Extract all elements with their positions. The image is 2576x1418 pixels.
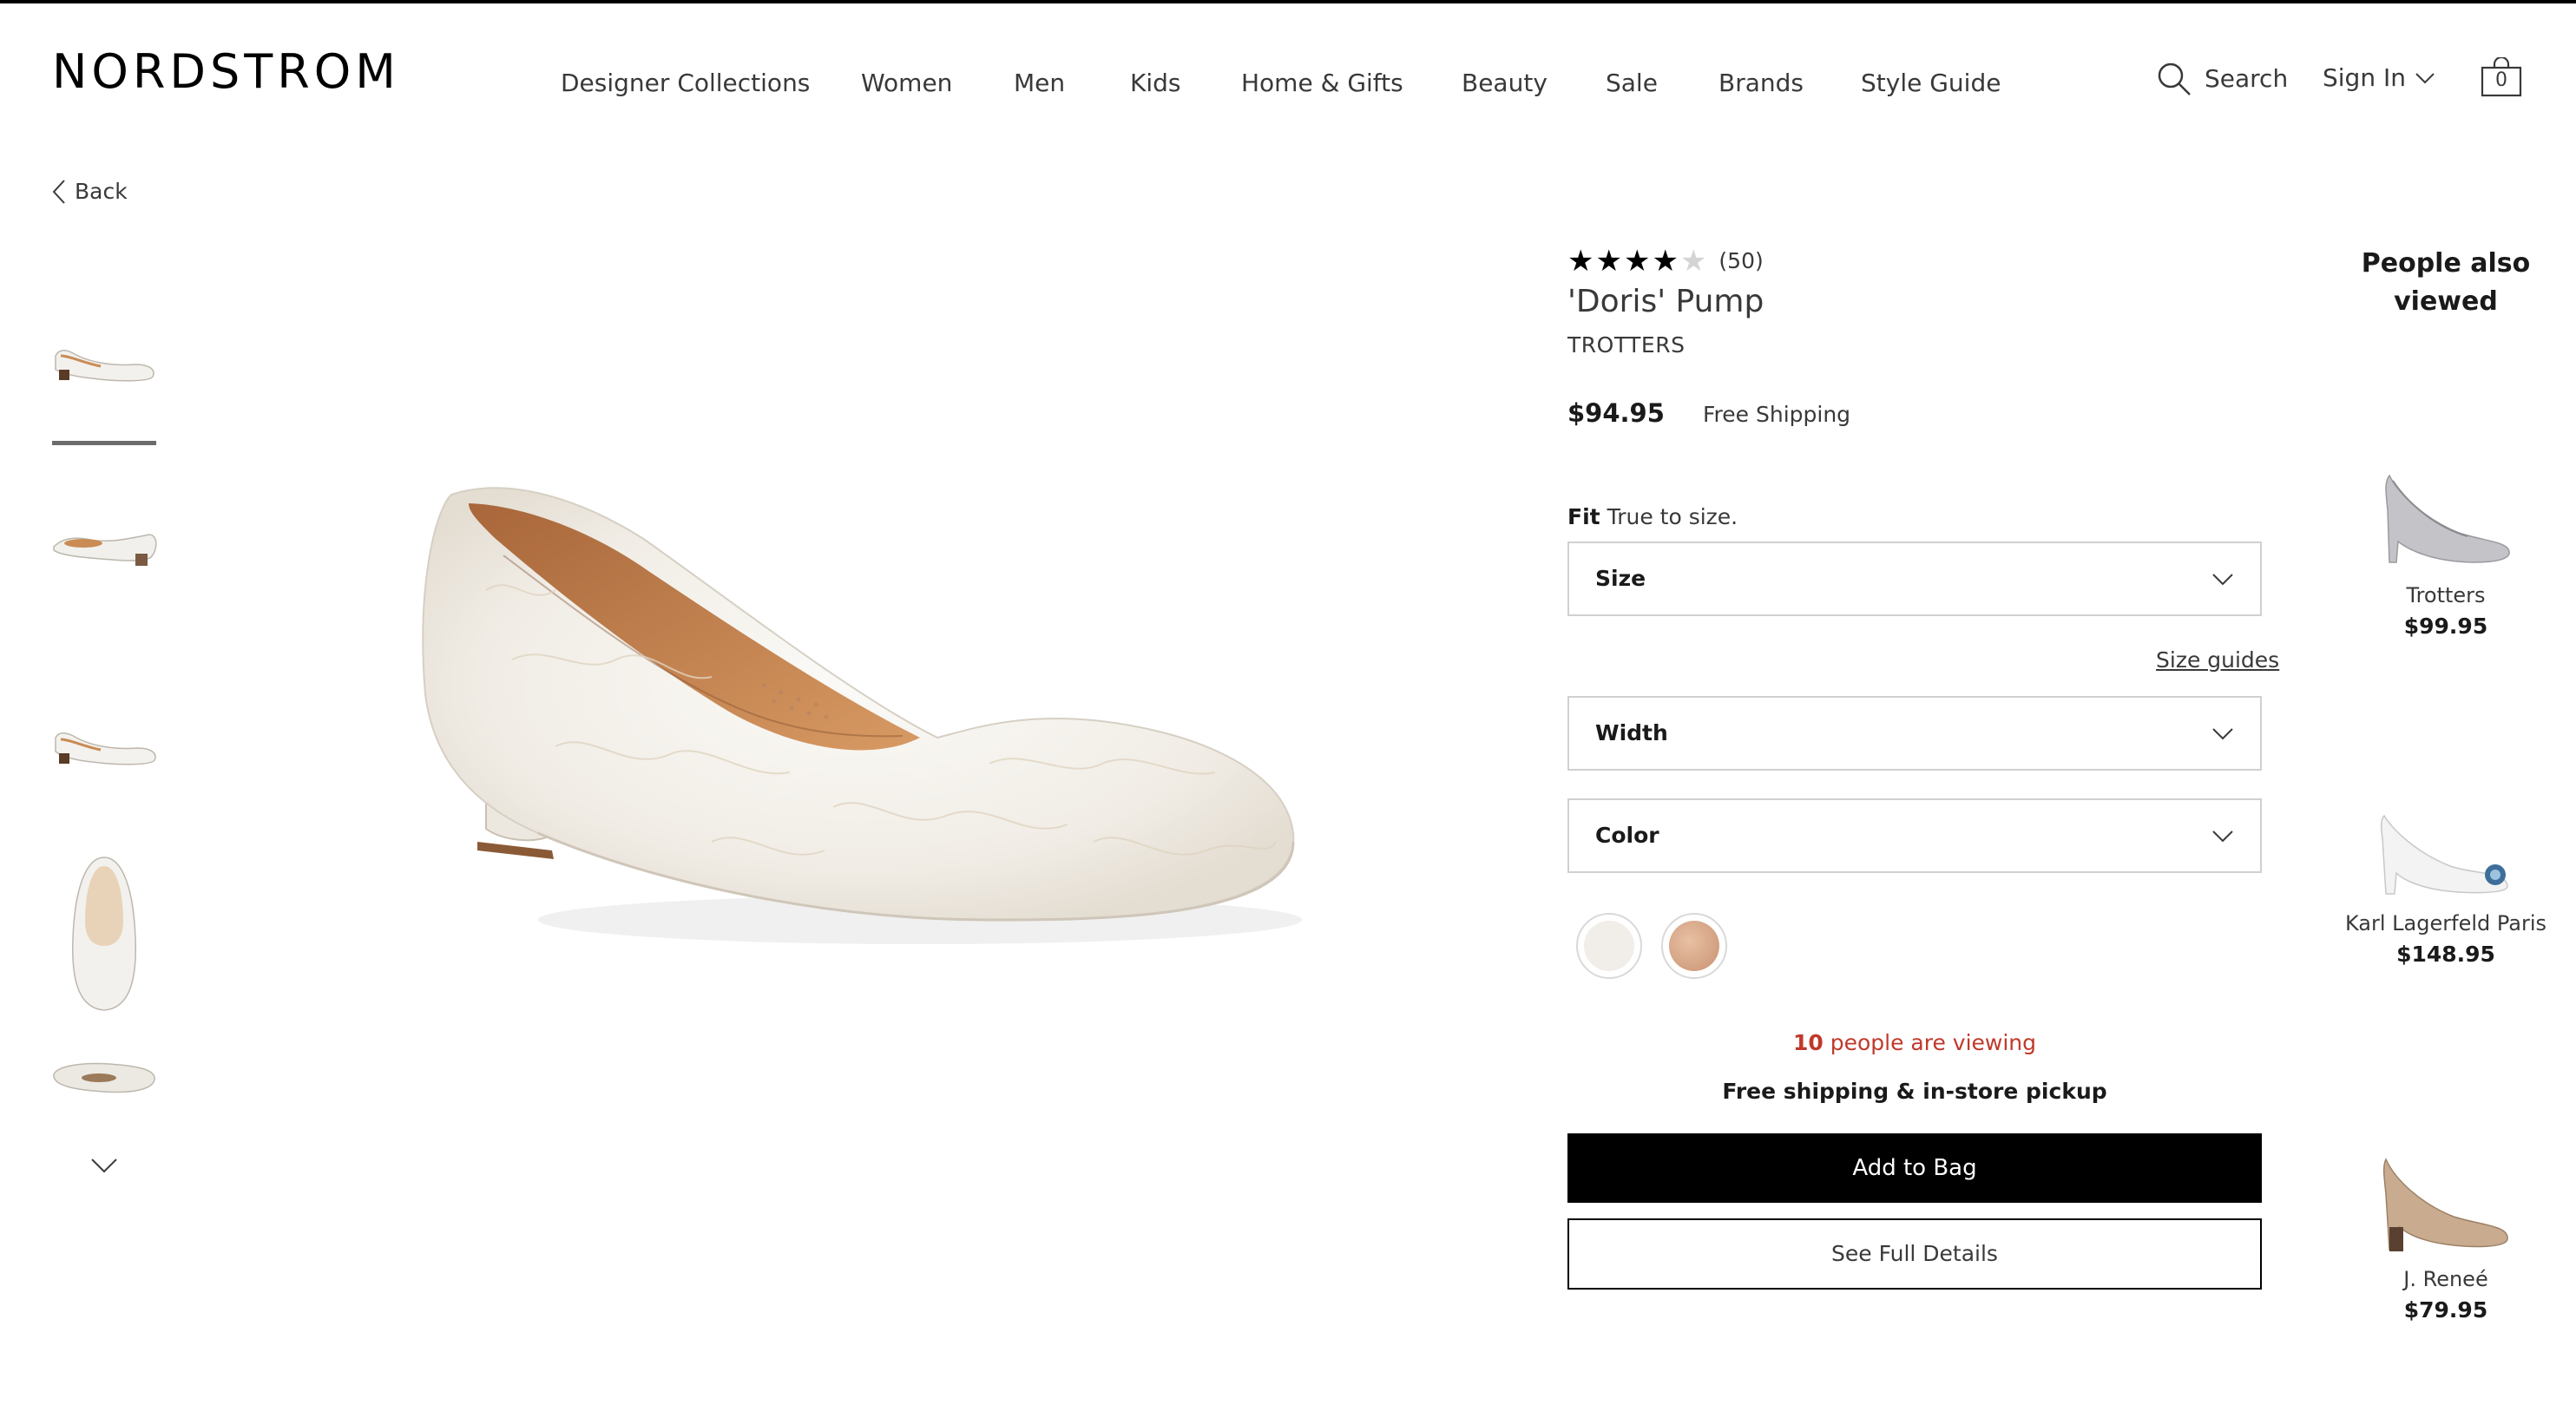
thumbnails-scroll-down-button[interactable] bbox=[87, 1149, 122, 1184]
viewing-indicator: 10 people are viewing bbox=[1567, 1027, 2262, 1059]
nav-style-guide[interactable]: Style Guide bbox=[1861, 66, 2001, 101]
back-link[interactable]: Back bbox=[52, 177, 128, 207]
nav-brands[interactable]: Brands bbox=[1718, 66, 1804, 101]
recommendation-brand: J. Reneé bbox=[2403, 1267, 2488, 1291]
main-product-image[interactable] bbox=[382, 434, 1354, 989]
color-swatch-white[interactable] bbox=[1576, 913, 1642, 979]
nav-kids[interactable]: Kids bbox=[1130, 66, 1181, 101]
chevron-down-icon bbox=[91, 1159, 117, 1173]
nav-men[interactable]: Men bbox=[1014, 66, 1065, 101]
nav-beauty[interactable]: Beauty bbox=[1462, 66, 1548, 101]
pickup-note: Free shipping & in-store pickup bbox=[1722, 1079, 2107, 1104]
fit-label: Fit bbox=[1567, 504, 1600, 529]
recommendation-price: $79.95 bbox=[2403, 1297, 2488, 1323]
thumbnail-active-indicator bbox=[52, 441, 156, 445]
thumbnail-5[interactable] bbox=[49, 1041, 160, 1152]
color-swatch-blush[interactable] bbox=[1661, 913, 1727, 979]
top-border bbox=[0, 0, 2576, 3]
embellished-pump-image bbox=[2380, 814, 2508, 895]
pump-shoe-image bbox=[422, 487, 1302, 944]
recommendation-brand: Trotters bbox=[2406, 583, 2486, 607]
shoe-sole-view-icon bbox=[53, 1062, 155, 1093]
star-empty-icon: ★ bbox=[1679, 244, 1707, 279]
product-title: 'Doris' Pump bbox=[1567, 284, 1764, 319]
color-select[interactable]: Color bbox=[1567, 798, 2262, 873]
color-select-label: Color bbox=[1595, 823, 1659, 848]
shipping-note: Free Shipping bbox=[1703, 402, 1851, 427]
chevron-down-icon bbox=[2415, 73, 2435, 84]
sign-in-label: Sign In bbox=[2323, 63, 2406, 92]
nav-women[interactable]: Women bbox=[861, 66, 952, 101]
viewing-text: people are viewing bbox=[1830, 1030, 2037, 1055]
recommendation-item[interactable]: Trotters $99.95 bbox=[2343, 458, 2548, 642]
size-guides-link[interactable]: Size guides bbox=[2156, 645, 2279, 676]
fit-value: True to size. bbox=[1607, 504, 1738, 529]
recommendation-price: $99.95 bbox=[2403, 614, 2488, 639]
nav-sale[interactable]: Sale bbox=[1606, 66, 1658, 101]
see-full-details-button[interactable]: See Full Details bbox=[1567, 1218, 2262, 1290]
nude-pump-image bbox=[2382, 1158, 2508, 1251]
bag-count: 0 bbox=[2495, 69, 2507, 91]
swatch-fill bbox=[1584, 921, 1634, 971]
thumbnail-4[interactable] bbox=[49, 852, 160, 1017]
chevron-left-icon bbox=[52, 180, 65, 204]
add-to-bag-button[interactable]: Add to Bag bbox=[1567, 1133, 2262, 1203]
recommendation-price: $148.95 bbox=[2396, 942, 2495, 967]
width-select[interactable]: Width bbox=[1567, 696, 2262, 771]
star-filled-icon: ★ bbox=[1567, 244, 1594, 279]
star-filled-icon: ★ bbox=[1652, 244, 1679, 279]
fit-info: Fit True to size. bbox=[1567, 502, 1738, 533]
people-also-viewed-title: People also viewed bbox=[2361, 248, 2531, 317]
back-label: Back bbox=[75, 179, 128, 204]
swatch-fill bbox=[1669, 921, 1719, 971]
chevron-down-icon bbox=[2212, 728, 2233, 740]
shoe-top-view-icon bbox=[72, 857, 136, 1011]
shoe-angle-view-icon bbox=[53, 534, 157, 566]
size-select-label: Size bbox=[1595, 566, 1646, 591]
size-select[interactable]: Size bbox=[1567, 542, 2262, 616]
review-count: (50) bbox=[1718, 248, 1764, 273]
shopping-bag-button[interactable]: 0 bbox=[2481, 57, 2522, 97]
recommendation-item[interactable]: J. Reneé $79.95 bbox=[2343, 1142, 2548, 1326]
chevron-down-icon bbox=[2212, 574, 2233, 586]
nav-designer-collections[interactable]: Designer Collections bbox=[561, 66, 810, 101]
width-select-label: Width bbox=[1595, 720, 1668, 745]
shoe-side-view-icon bbox=[55, 732, 156, 765]
star-filled-icon: ★ bbox=[1595, 244, 1622, 279]
silver-pump-image bbox=[2385, 474, 2510, 563]
shoe-side-view-icon bbox=[55, 350, 154, 382]
product-price: $94.95 bbox=[1567, 398, 1665, 428]
search-label: Search bbox=[2205, 64, 2289, 93]
nav-home-gifts[interactable]: Home & Gifts bbox=[1241, 66, 1403, 101]
rating-stars[interactable]: ★ ★ ★ ★ ★ (50) bbox=[1567, 246, 1764, 276]
star-filled-icon: ★ bbox=[1623, 244, 1651, 279]
thumbnail-3[interactable] bbox=[49, 689, 160, 800]
recommendation-item[interactable]: Karl Lagerfeld Paris $148.95 bbox=[2343, 786, 2548, 970]
thumbnail-1[interactable] bbox=[49, 302, 160, 413]
sign-in-button[interactable]: Sign In bbox=[2323, 61, 2435, 95]
thumbnail-2[interactable] bbox=[49, 486, 160, 597]
viewing-count: 10 bbox=[1792, 1030, 1824, 1055]
search-button[interactable]: Search bbox=[2156, 61, 2288, 97]
chevron-down-icon bbox=[2212, 830, 2233, 843]
recommendation-brand: Karl Lagerfeld Paris bbox=[2344, 911, 2547, 935]
search-icon bbox=[2158, 62, 2191, 95]
product-brand-link[interactable]: TROTTERS bbox=[1567, 330, 1685, 361]
